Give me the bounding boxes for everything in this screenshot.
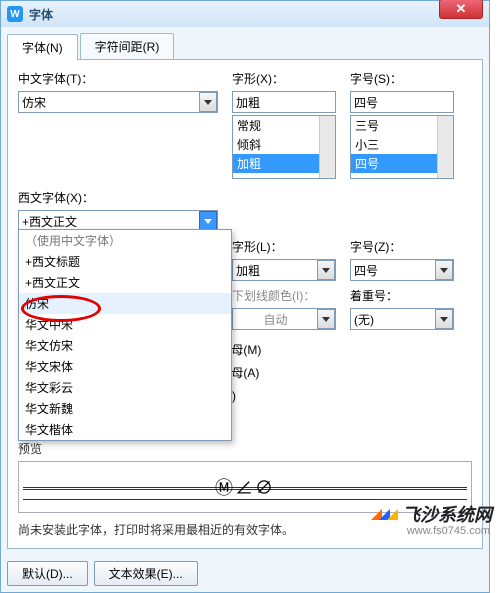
underline-color-drop-icon <box>317 309 335 329</box>
window-title: 字体 <box>29 6 483 23</box>
complex-size-drop-icon[interactable] <box>435 260 453 280</box>
dropdown-option[interactable]: +西文标题 <box>19 251 231 272</box>
dialog-footer: 默认(D)... 文本效果(E)... <box>1 555 489 592</box>
app-icon: W <box>7 6 23 22</box>
text-effects-button[interactable]: 文本效果(E)... <box>94 561 198 586</box>
dropdown-option[interactable]: 华文新魏 <box>19 398 231 419</box>
style-listbox[interactable]: 常规 倾斜 加粗 <box>232 115 336 179</box>
dropdown-option[interactable]: 华文仿宋 <box>19 335 231 356</box>
titlebar[interactable]: W 字体 ✕ <box>1 1 489 27</box>
default-button[interactable]: 默认(D)... <box>7 561 88 586</box>
cn-font-combo[interactable] <box>18 91 218 113</box>
emphasis-drop-icon[interactable] <box>435 309 453 329</box>
watermark-url: www.fs0745.com <box>407 525 490 537</box>
dropdown-option[interactable]: 华文楷体 <box>19 419 231 440</box>
close-button[interactable]: ✕ <box>439 0 483 19</box>
size-listbox[interactable]: 三号 小三 四号 <box>350 115 454 179</box>
dropdown-option[interactable]: 华文彩云 <box>19 377 231 398</box>
emphasis-label: 着重号： <box>350 287 454 304</box>
size-label: 字号(S)： <box>350 70 454 87</box>
en-font-drop-icon[interactable] <box>199 211 217 231</box>
tab-font[interactable]: 字体(N) <box>7 34 78 60</box>
cn-font-label: 中文字体(T)： <box>18 70 218 87</box>
dropdown-option[interactable]: 仿宋 <box>19 293 231 314</box>
watermark-name: 飞沙系统网 <box>402 501 492 527</box>
font-panel: 中文字体(T)： 字形(X)： 常规 倾斜 加粗 字号(S)： <box>7 59 483 549</box>
complex-style-drop-icon[interactable] <box>317 260 335 280</box>
complex-style-label: 字形(L)： <box>232 238 336 255</box>
cn-font-drop-icon[interactable] <box>199 92 217 112</box>
chevron-down-icon <box>440 317 448 322</box>
chevron-down-icon <box>440 268 448 273</box>
chevron-down-icon <box>322 317 330 322</box>
preview-label: 预览 <box>18 440 472 457</box>
dropdown-option[interactable]: 华文宋体 <box>19 356 231 377</box>
chevron-down-icon <box>204 100 212 105</box>
dropdown-option[interactable]: （使用中文字体） <box>19 230 231 251</box>
watermark: 飞沙系统网 www.fs0745.com <box>372 501 492 527</box>
en-font-dropdown[interactable]: （使用中文字体） +西文标题 +西文正文 仿宋 华文中宋 华文仿宋 华文宋体 华… <box>18 229 232 441</box>
en-font-label: 西文字体(X)： <box>18 189 218 206</box>
chevron-down-icon <box>204 219 212 224</box>
style-input[interactable] <box>232 91 336 113</box>
complex-size-label: 字号(Z)： <box>350 238 454 255</box>
tabstrip: 字体(N) 字符间距(R) <box>7 33 483 59</box>
chevron-down-icon <box>322 268 330 273</box>
size-input[interactable] <box>350 91 454 113</box>
style-label: 字形(X)： <box>232 70 336 87</box>
dropdown-option[interactable]: 华文中宋 <box>19 314 231 335</box>
scrollbar[interactable] <box>437 116 453 178</box>
preview-glyph: Ⓜ∠∅ <box>215 474 275 500</box>
scrollbar[interactable] <box>319 116 335 178</box>
underline-color-label: 下划线颜色(I)： <box>232 287 336 304</box>
tab-spacing[interactable]: 字符间距(R) <box>80 33 175 59</box>
watermark-logo-icon <box>387 509 400 520</box>
dropdown-option[interactable]: +西文正文 <box>19 272 231 293</box>
